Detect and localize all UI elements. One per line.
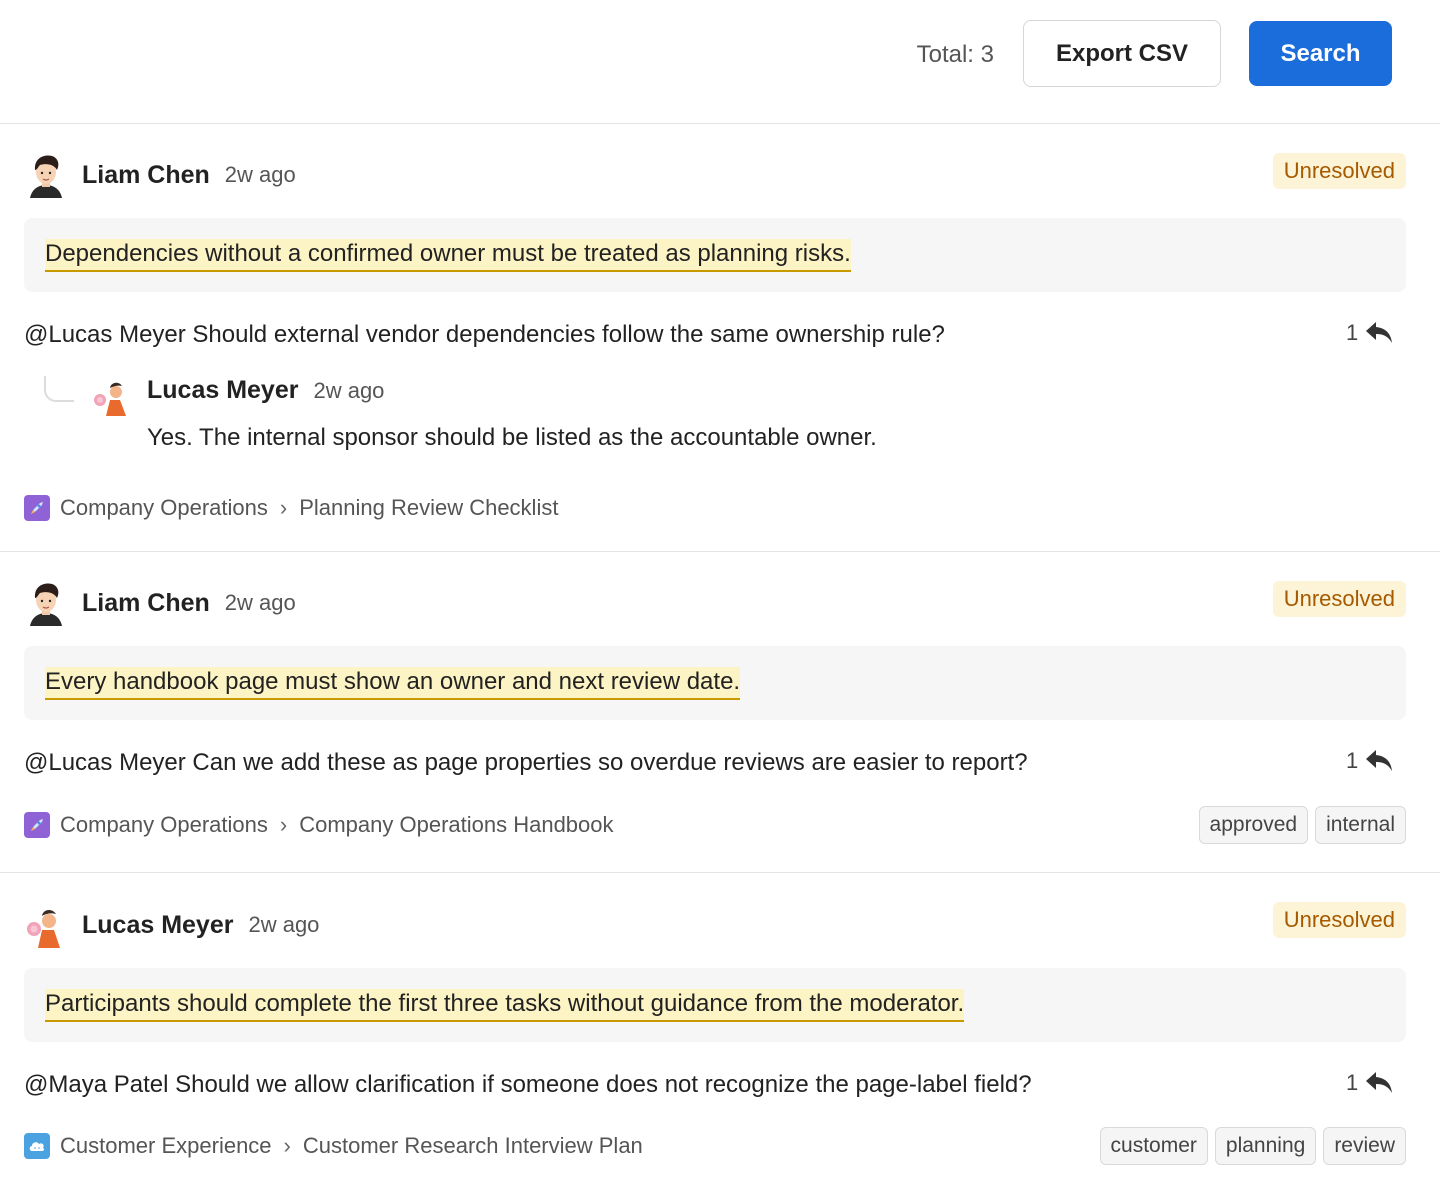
reply-author[interactable]: Lucas Meyer [147,376,298,405]
breadcrumb-page[interactable]: Company Operations Handbook [299,812,613,838]
comment-body: @Lucas Meyer Should external vendor depe… [24,321,945,348]
tag-list: customer planning review [1099,1127,1406,1165]
reply-count[interactable]: 1 [1346,320,1394,346]
reply-count-number: 1 [1346,748,1359,773]
breadcrumb: Customer Experience › Customer Research … [24,1131,643,1161]
avatar-lucas-icon [94,382,126,416]
status-badge[interactable]: Unresolved [1272,153,1406,189]
comment-card: Liam Chen 2w ago Unresolved Dependencies… [0,124,1440,552]
breadcrumb-space[interactable]: Company Operations [60,495,268,521]
tag[interactable]: customer [1099,1127,1208,1165]
breadcrumb-page[interactable]: Planning Review Checklist [299,495,558,521]
quoted-text-box[interactable]: Dependencies without a confirmed owner m… [24,218,1406,292]
quoted-text: Every handbook page must show an owner a… [45,666,741,700]
rocket-icon [24,495,50,521]
export-csv-button[interactable]: Export CSV [1023,20,1221,87]
tag-list: approved internal [1198,806,1406,844]
breadcrumb: Company Operations › Planning Review Che… [24,493,558,523]
avatar-liam-icon [30,155,62,198]
reply: Lucas Meyer 2w ago Yes. The internal spo… [44,376,944,451]
breadcrumb-separator-icon: › [279,812,288,837]
reply-count-number: 1 [1346,1070,1359,1095]
cloud-icon [24,1133,50,1159]
tag[interactable]: review [1323,1127,1406,1165]
status-badge[interactable]: Unresolved [1272,902,1406,938]
reply-connector [44,376,74,402]
tag[interactable]: internal [1315,806,1406,844]
reply-header: Lucas Meyer 2w ago [147,376,384,405]
search-button[interactable]: Search [1249,21,1392,86]
quoted-text-box[interactable]: Every handbook page must show an owner a… [24,646,1406,720]
comment-author[interactable]: Liam Chen [82,161,210,190]
status-badge[interactable]: Unresolved [1272,581,1406,617]
avatar-lucas-icon [27,910,60,948]
total-count: Total: 3 [916,41,994,68]
toolbar: Total: 3 Export CSV Search [0,0,1440,124]
quoted-text: Participants should complete the first t… [45,988,965,1022]
comment-header: Liam Chen 2w ago [24,580,296,626]
breadcrumb-space[interactable]: Company Operations [60,812,268,838]
comment-time: 2w ago [224,162,296,187]
reply-count[interactable]: 1 [1346,1070,1394,1096]
comment-header: Liam Chen 2w ago [24,152,296,198]
avatar-liam-icon [30,583,62,626]
comment-card: Lucas Meyer 2w ago Unresolved Participan… [0,873,1440,1192]
reply-arrow-icon [1366,322,1393,343]
breadcrumb-separator-icon: › [279,495,288,520]
comment-body: @Maya Patel Should we allow clarificatio… [24,1071,1032,1098]
reply-arrow-icon [1366,750,1393,771]
quoted-text-box[interactable]: Participants should complete the first t… [24,968,1406,1042]
reply-time: 2w ago [313,378,385,403]
reply-count-number: 1 [1346,320,1359,345]
breadcrumb: Company Operations › Company Operations … [24,810,614,840]
tag[interactable]: planning [1214,1127,1317,1165]
comment-card: Liam Chen 2w ago Unresolved Every handbo… [0,552,1440,873]
comment-author[interactable]: Lucas Meyer [82,911,233,940]
comment-author[interactable]: Liam Chen [82,589,210,618]
tag[interactable]: approved [1198,806,1309,844]
comment-header: Lucas Meyer 2w ago [24,902,319,948]
comment-body: @Lucas Meyer Can we add these as page pr… [24,749,1028,776]
quoted-text: Dependencies without a confirmed owner m… [45,238,851,272]
reply-body: Yes. The internal sponsor should be list… [147,424,877,451]
reply-count[interactable]: 1 [1346,748,1394,774]
breadcrumb-separator-icon: › [283,1133,291,1158]
comment-time: 2w ago [224,590,296,615]
breadcrumb-space[interactable]: Customer Experience [60,1133,272,1159]
comment-time: 2w ago [248,912,320,937]
reply-arrow-icon [1366,1072,1393,1093]
breadcrumb-page[interactable]: Customer Research Interview Plan [303,1133,643,1159]
rocket-icon [24,812,50,838]
